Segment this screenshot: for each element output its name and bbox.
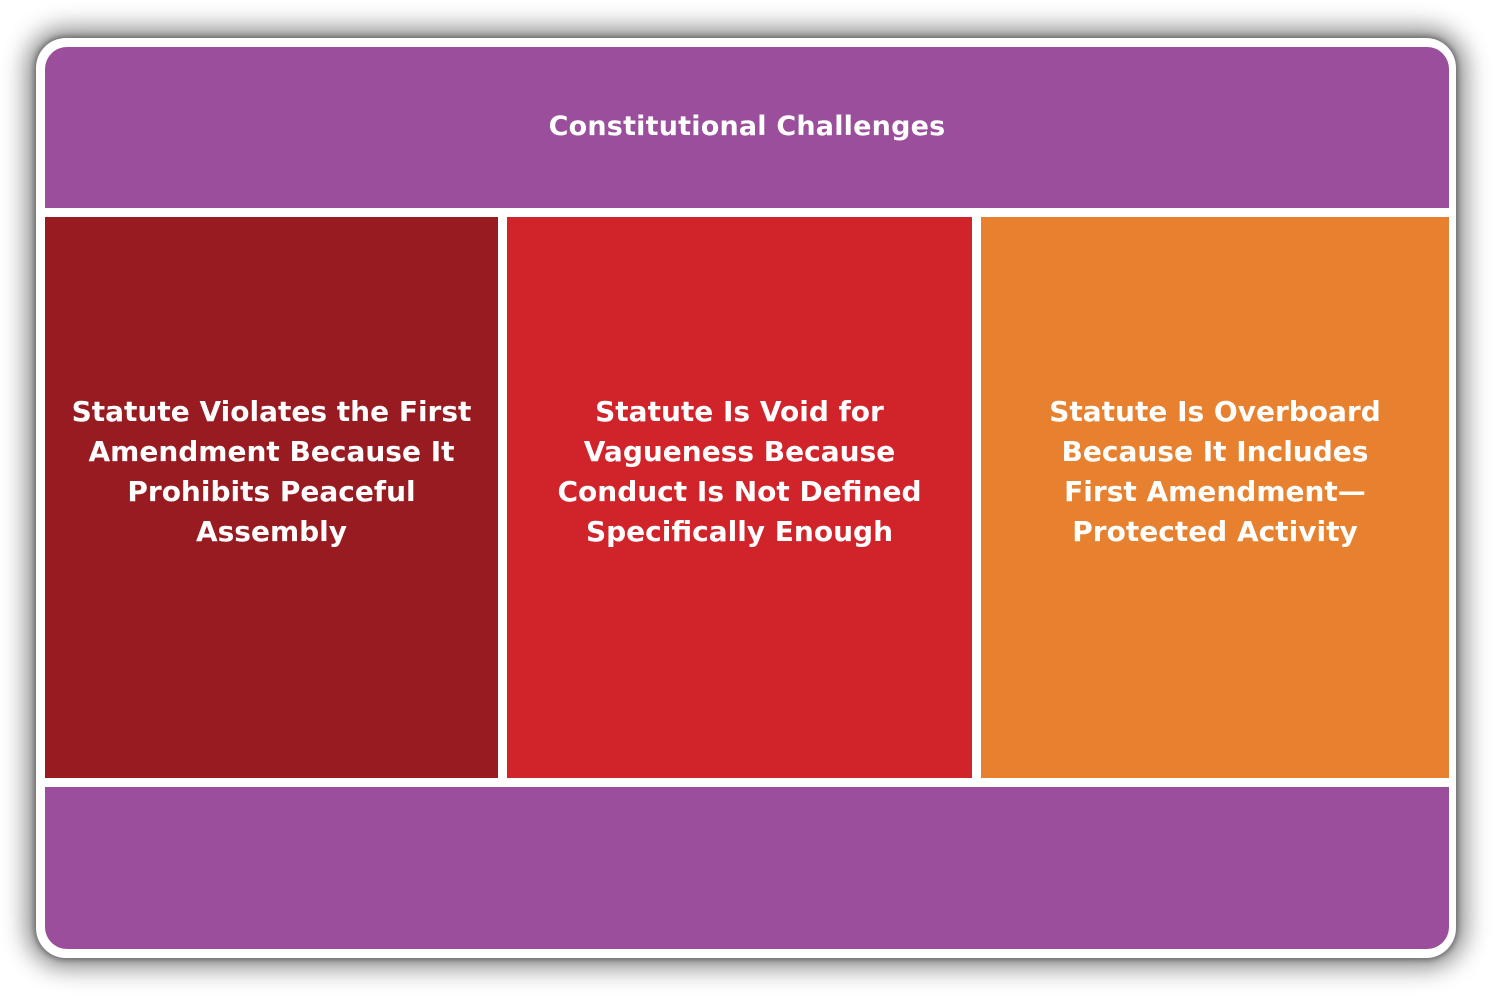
diagram-frame: Constitutional Challenges Statute Violat… [45, 47, 1449, 949]
header-band: Constitutional Challenges [45, 47, 1449, 208]
challenge-box-overbreadth: Statute Is Overboard Because It Includes… [981, 217, 1449, 778]
challenge-label: Statute Violates the First Amendment Bec… [71, 394, 472, 548]
challenge-box-first-amendment: Statute Violates the First Amendment Bec… [45, 217, 498, 778]
challenge-label: Statute Is Void for Vagueness Because Co… [557, 394, 922, 548]
diagram-title: Constitutional Challenges [548, 111, 946, 142]
footer-band [45, 787, 1449, 949]
challenge-box-vagueness: Statute Is Void for Vagueness Because Co… [507, 217, 972, 778]
challenge-label: Statute Is Overboard Because It Includes… [1049, 394, 1381, 548]
